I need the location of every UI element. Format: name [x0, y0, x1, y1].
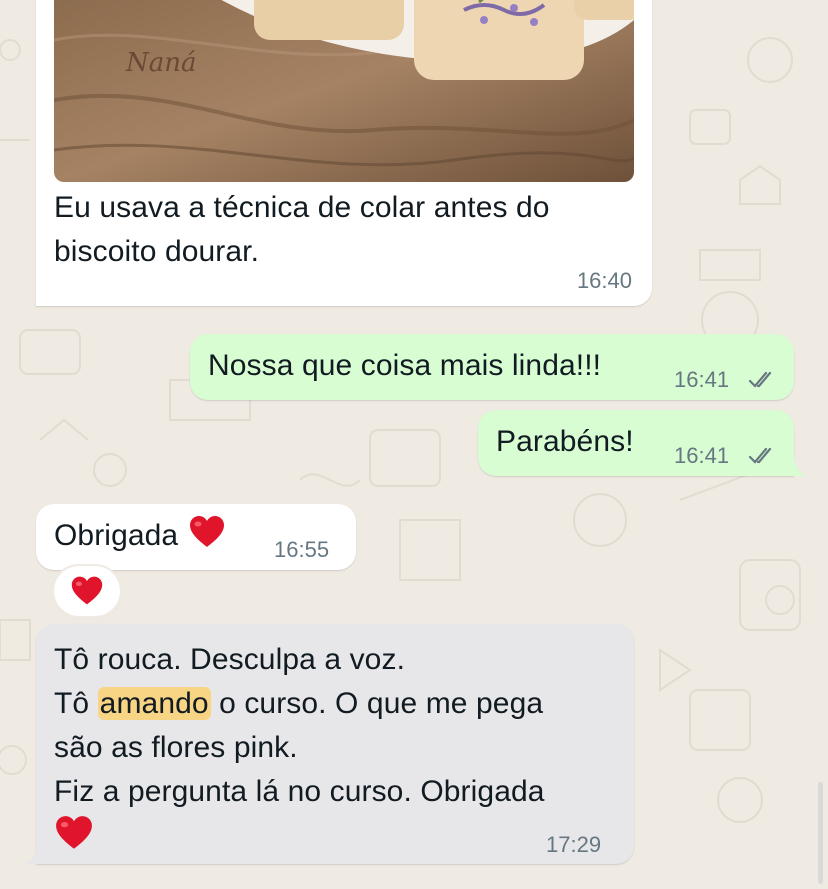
- reaction-badge[interactable]: [54, 566, 120, 616]
- message-line: Fiz a pergunta lá no curso. Obrigada: [54, 775, 545, 808]
- image-caption: Eu usava a técnica de colar antes do bis…: [54, 191, 550, 268]
- incoming-message-bubble-selected[interactable]: Tô rouca. Desculpa a voz. Tô amando o cu…: [36, 624, 634, 864]
- message-time: 16:55: [274, 537, 330, 562]
- outgoing-message-bubble[interactable]: Parabéns! 16:41: [478, 410, 794, 476]
- message-line: são as flores pink.: [54, 731, 298, 764]
- message-time: 16:41: [674, 443, 730, 468]
- message-line: Tô amando o curso. O que me pega: [54, 682, 624, 726]
- search-highlight: amando: [97, 687, 211, 720]
- bubble-tail: [794, 454, 808, 476]
- message-text: Obrigada: [54, 519, 179, 552]
- message-text: Tô rouca. Desculpa a voz. Tô amando o cu…: [54, 638, 624, 858]
- message-text: Parabéns!: [496, 425, 634, 458]
- photo-watermark: Naná: [126, 48, 197, 78]
- outgoing-message-bubble[interactable]: Nossa que coisa mais linda!!! 16:41: [190, 334, 794, 400]
- red-heart-icon: [190, 516, 225, 547]
- message-time: 16:40: [576, 268, 632, 293]
- message-text: Nossa que coisa mais linda!!!: [208, 349, 602, 382]
- image-message-bubble[interactable]: Naná Eu usava a técnica de colar antes d…: [36, 0, 652, 306]
- message-line: Tô rouca. Desculpa a voz.: [54, 643, 406, 676]
- double-check-icon: [748, 447, 772, 464]
- message-time: 16:41: [674, 367, 730, 392]
- scrollbar-thumb[interactable]: [818, 782, 823, 884]
- red-heart-icon: [56, 816, 92, 849]
- text-segment: o curso. O que me pega: [210, 687, 544, 720]
- text-segment: Tô: [54, 687, 98, 720]
- cookie-photo[interactable]: Naná: [54, 0, 634, 182]
- double-check-icon: [748, 371, 772, 388]
- red-heart-icon: [71, 576, 103, 605]
- message-time: 17:29: [546, 832, 602, 857]
- incoming-message-bubble[interactable]: Obrigada 16:55: [36, 504, 356, 570]
- bubble-tail: [22, 842, 38, 864]
